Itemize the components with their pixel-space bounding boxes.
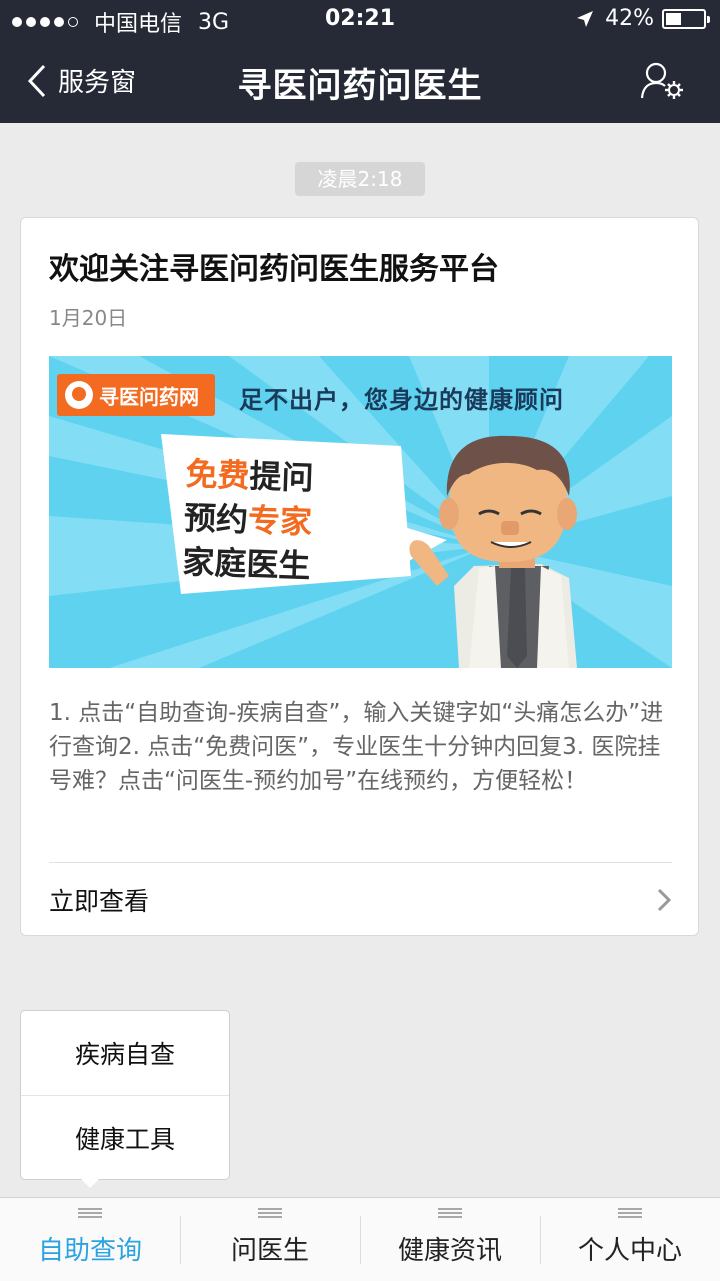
- logo-text: 寻医问药网: [99, 384, 199, 409]
- menu-lines-icon: [78, 1208, 102, 1218]
- bottom-tab-bar: 自助查询 问医生 健康资讯 个人中心: [0, 1197, 720, 1281]
- battery-icon: [662, 8, 710, 29]
- view-now-label: 立即查看: [49, 887, 150, 916]
- sign-line-1: 免费提问: [184, 454, 315, 498]
- menu-lines-icon: [438, 1208, 462, 1218]
- message-card[interactable]: 欢迎关注寻医问药问医生服务平台 1月20日 寻医问药网 足不出户，您身边的健康顾…: [20, 217, 699, 936]
- tab-ask-doctor[interactable]: 问医生: [180, 1198, 360, 1281]
- tab-label: 个人中心: [577, 1236, 682, 1266]
- status-right: 42%: [575, 6, 710, 31]
- chevron-right-icon: [657, 888, 672, 912]
- tab-personal-center[interactable]: 个人中心: [540, 1198, 720, 1281]
- user-settings-icon: [640, 62, 683, 99]
- menu-item-health-tools[interactable]: 健康工具: [21, 1095, 229, 1179]
- promo-banner: 寻医问药网 足不出户，您身边的健康顾问 免费提问 预约专家 家庭医生: [49, 356, 672, 668]
- status-bar: 中国电信 3G 02:21 42%: [0, 0, 720, 40]
- menu-lines-icon: [618, 1208, 642, 1218]
- view-now-link[interactable]: 立即查看: [49, 880, 672, 920]
- tab-label: 自助查询: [37, 1236, 142, 1266]
- page-title: 寻医问药问医生: [237, 66, 483, 106]
- battery-percent: 42%: [605, 6, 654, 31]
- logo-mark-icon: [65, 381, 93, 409]
- location-arrow-icon: [577, 10, 594, 27]
- card-title: 欢迎关注寻医问药问医生服务平台: [49, 252, 499, 287]
- popup-arrow: [80, 1178, 100, 1188]
- message-timestamp: 凌晨2:18: [295, 162, 425, 196]
- brand-logo: 寻医问药网: [57, 374, 215, 416]
- card-description: 1. 点击“自助查询-疾病自查”，输入关键字如“头痛怎么办”进行查询2. 点击“…: [49, 700, 664, 794]
- menu-item-disease-check[interactable]: 疾病自查: [21, 1011, 229, 1095]
- tab-self-inquiry[interactable]: 自助查询: [0, 1198, 180, 1281]
- submenu-popup: 疾病自查 健康工具: [20, 1010, 230, 1180]
- banner-slogan: 足不出户，您身边的健康顾问: [239, 386, 564, 414]
- tab-health-news[interactable]: 健康资讯: [360, 1198, 540, 1281]
- sign-line-3: 家庭医生: [181, 542, 312, 586]
- tab-label: 健康资讯: [397, 1236, 502, 1266]
- nav-bar: 服务窗 寻医问药问医生: [0, 40, 720, 123]
- card-date: 1月20日: [49, 306, 128, 330]
- menu-lines-icon: [258, 1208, 282, 1218]
- tab-label: 问医生: [230, 1236, 309, 1266]
- sign-line-2: 预约专家: [183, 498, 313, 542]
- divider: [49, 862, 672, 863]
- user-settings-button[interactable]: [640, 60, 684, 104]
- banner-sign: 免费提问 预约专家 家庭医生: [182, 452, 315, 588]
